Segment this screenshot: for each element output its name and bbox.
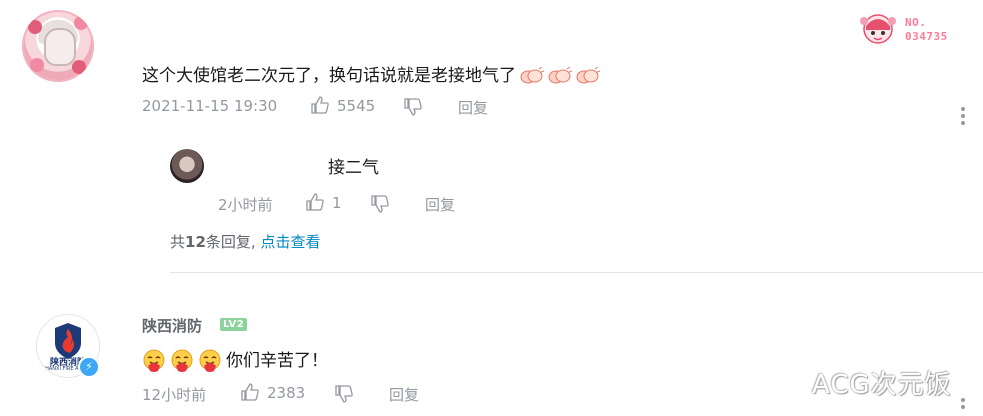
clap-emoji-icon [575, 66, 601, 85]
reply-like-button[interactable] [306, 193, 324, 215]
thumbs-up-icon [306, 193, 324, 211]
more-options-icon[interactable] [961, 107, 965, 125]
thumbs-down-icon [335, 385, 353, 403]
clap-emoji-icon [547, 66, 573, 85]
reply-summary: 共12条回复, 点击查看 [170, 231, 320, 252]
reply-button[interactable]: 回复 [458, 97, 488, 118]
dislike-button[interactable] [404, 98, 422, 120]
reply-count: 12 [185, 233, 206, 251]
reply-like-count: 1 [332, 194, 342, 212]
hug-emoji-icon [198, 349, 222, 373]
reply-text: 接二气 [328, 158, 379, 178]
hug-emoji-icon [142, 349, 166, 373]
more-options-icon[interactable] [961, 398, 965, 416]
reply-user-avatar[interactable] [170, 149, 204, 183]
divider [170, 272, 983, 273]
comment-body: 你们辛苦了！ [142, 346, 328, 373]
reply-button[interactable]: 回复 [389, 384, 419, 405]
verified-icon: ⚡ [78, 356, 100, 378]
thumbs-down-icon [404, 98, 422, 116]
like-button[interactable] [241, 383, 259, 405]
clap-emoji-icon [519, 66, 545, 85]
like-button[interactable] [311, 96, 329, 118]
comment-timestamp: 12小时前 [142, 386, 207, 404]
user-avatar[interactable] [22, 10, 94, 82]
like-count: 5545 [337, 97, 376, 115]
thumbs-up-icon [241, 383, 259, 401]
username[interactable]: 陕西消防 [142, 315, 202, 336]
reply-dislike-button[interactable] [371, 195, 389, 217]
reply-reply-button[interactable]: 回复 [425, 194, 455, 215]
comment-text: 你们辛苦了！ [226, 351, 328, 371]
hug-emoji-icon [170, 349, 194, 373]
reply-timestamp: 2小时前 [218, 196, 273, 214]
thumbs-down-icon [371, 195, 389, 213]
level-badge: LV2 [220, 318, 248, 331]
comment-body: 这个大使馆老二次元了，换句话说就是老接地气了 [142, 61, 601, 86]
like-count: 2383 [267, 384, 306, 402]
reply-summary-prefix: 共 [170, 233, 186, 251]
comment-text: 这个大使馆老二次元了，换句话说就是老接地气了 [142, 66, 516, 86]
comment-timestamp: 2021-11-15 19:30 [142, 97, 278, 115]
thumbs-up-icon [311, 96, 329, 114]
dislike-button[interactable] [335, 385, 353, 407]
fan-badge-icon [858, 12, 898, 48]
view-replies-link[interactable]: 点击查看 [260, 233, 320, 251]
watermark: ACG次元饭 [812, 370, 952, 400]
fan-badge-number: NO. 034735 [905, 16, 948, 43]
reply-summary-suffix: 条回复, [205, 233, 256, 251]
